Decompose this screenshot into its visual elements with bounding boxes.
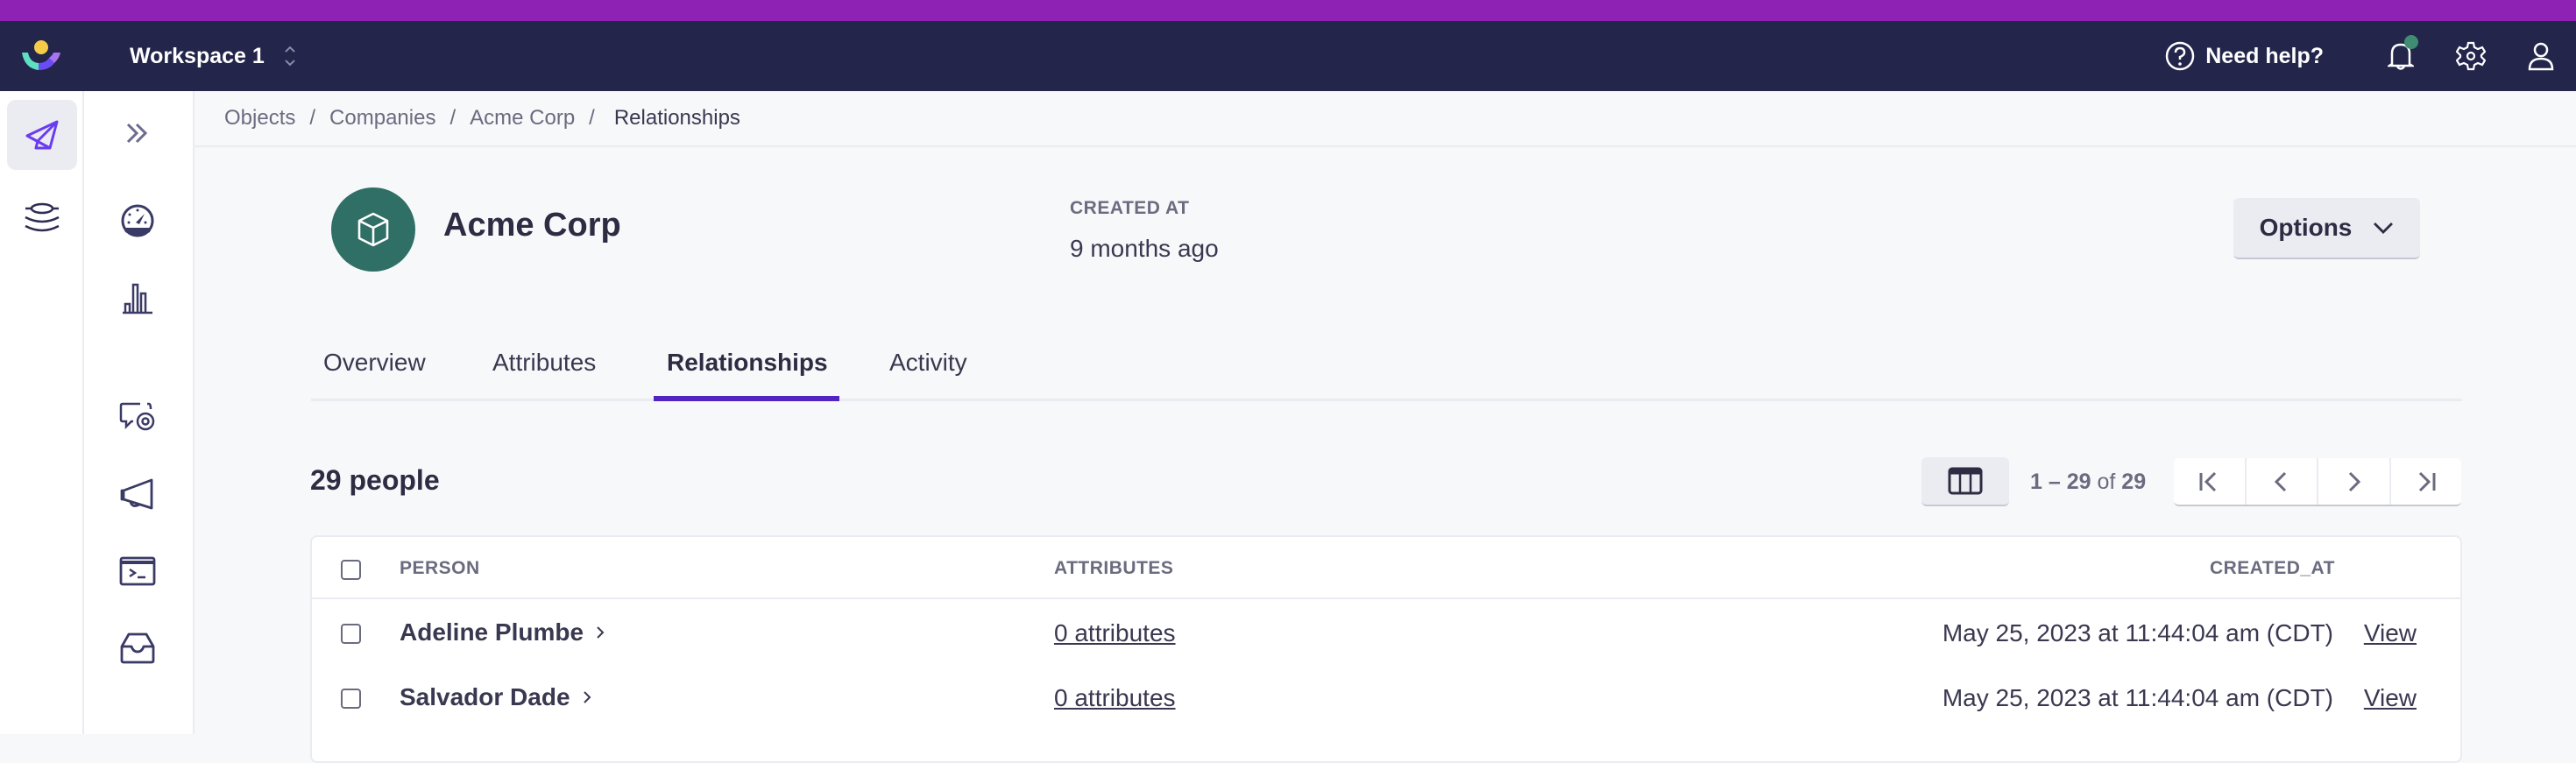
view-link[interactable]: View bbox=[2364, 619, 2417, 647]
help-button[interactable]: Need help? bbox=[2165, 41, 2324, 71]
attributes-link[interactable]: 0 attributes bbox=[1054, 684, 1176, 712]
created-at-value: 9 months ago bbox=[1070, 235, 1219, 262]
nav-dashboard[interactable] bbox=[107, 194, 168, 247]
expand-sidebar-button[interactable] bbox=[107, 107, 168, 159]
chat-eye-icon bbox=[119, 402, 155, 431]
app-header: Workspace 1 Need help? bbox=[0, 21, 2576, 91]
last-page-button[interactable] bbox=[2391, 458, 2462, 505]
company-avatar bbox=[331, 187, 415, 272]
breadcrumb-companies[interactable]: Companies bbox=[329, 106, 435, 131]
megaphone-icon bbox=[120, 478, 153, 510]
range-end: 29 bbox=[2066, 470, 2091, 494]
expand-icon bbox=[126, 123, 148, 144]
top-strip bbox=[0, 0, 2576, 21]
tab-activity[interactable]: Activity bbox=[889, 349, 967, 377]
first-page-button[interactable] bbox=[2174, 458, 2247, 505]
record-tabs: Overview Attributes Relationships Activi… bbox=[311, 333, 2462, 401]
row-checkbox[interactable] bbox=[341, 624, 361, 644]
nav-chat-monitor[interactable] bbox=[107, 391, 168, 443]
column-header-person[interactable]: PERSON bbox=[400, 558, 480, 579]
chart-icon bbox=[123, 283, 152, 314]
breadcrumb-objects[interactable]: Objects bbox=[224, 106, 295, 131]
options-button[interactable]: Options bbox=[2233, 198, 2420, 259]
attributes-link[interactable]: 0 attributes bbox=[1054, 619, 1176, 647]
range-of: of bbox=[2097, 470, 2116, 494]
help-label: Need help? bbox=[2205, 43, 2324, 68]
page-title: Acme Corp bbox=[443, 207, 621, 244]
person-name: Salvador Dade bbox=[400, 683, 570, 710]
workspace-name: Workspace 1 bbox=[130, 43, 265, 68]
person-link[interactable]: Adeline Plumbe bbox=[400, 618, 605, 646]
breadcrumb: Objects / Companies / Acme Corp / Relati… bbox=[195, 91, 2576, 147]
profile-button[interactable] bbox=[2506, 21, 2576, 91]
chevron-right-icon bbox=[597, 626, 605, 639]
help-icon bbox=[2166, 41, 2195, 71]
range-total: 29 bbox=[2121, 470, 2147, 494]
breadcrumb-separator: / bbox=[589, 106, 595, 130]
people-table: PERSON ATTRIBUTES CREATED_AT Adeline Plu… bbox=[310, 535, 2462, 763]
columns-button[interactable] bbox=[1921, 457, 2009, 506]
layers-icon bbox=[25, 202, 60, 232]
chevron-left-icon bbox=[2274, 471, 2286, 491]
settings-button[interactable] bbox=[2436, 21, 2506, 91]
workspace-switcher[interactable]: Workspace 1 bbox=[130, 21, 296, 91]
created-at-cell: May 25, 2023 at 11:44:04 am (CDT) bbox=[1942, 619, 2333, 646]
range-start: 1 bbox=[2030, 470, 2042, 494]
person-link[interactable]: Salvador Dade bbox=[400, 683, 591, 711]
table-row: Adeline Plumbe 0 attributes May 25, 2023… bbox=[312, 601, 2460, 666]
pagination-controls bbox=[2174, 458, 2461, 506]
created-at-label: CREATED AT bbox=[1070, 198, 1190, 218]
notification-dot bbox=[2404, 35, 2418, 49]
prev-page-button[interactable] bbox=[2247, 458, 2318, 505]
nav-console[interactable] bbox=[107, 545, 168, 597]
columns-icon bbox=[1948, 467, 1983, 495]
secondary-rail bbox=[84, 91, 195, 734]
breadcrumb-separator: / bbox=[449, 106, 456, 130]
inbox-icon bbox=[120, 632, 155, 664]
tab-relationships[interactable]: Relationships bbox=[667, 349, 828, 377]
nav-inbox[interactable] bbox=[107, 622, 168, 675]
select-all-checkbox[interactable] bbox=[341, 560, 361, 580]
tab-attributes[interactable]: Attributes bbox=[492, 349, 596, 377]
people-count: 29 people bbox=[310, 464, 440, 496]
first-page-icon bbox=[2199, 471, 2217, 491]
tab-overview[interactable]: Overview bbox=[323, 349, 426, 377]
person-name: Adeline Plumbe bbox=[400, 618, 584, 646]
nav-announcements[interactable] bbox=[107, 468, 168, 520]
created-at-cell: May 25, 2023 at 11:44:04 am (CDT) bbox=[1942, 684, 2333, 711]
table-row: Salvador Dade 0 attributes May 25, 2023 … bbox=[312, 666, 2460, 731]
user-icon bbox=[2528, 42, 2554, 71]
logo-icon[interactable] bbox=[19, 39, 63, 74]
rail-item-layers[interactable] bbox=[7, 182, 77, 252]
last-page-icon bbox=[2418, 471, 2436, 491]
breadcrumb-acme-corp[interactable]: Acme Corp bbox=[470, 106, 575, 131]
chevron-right-icon bbox=[583, 691, 591, 703]
column-header-created-at[interactable]: CREATED_AT bbox=[2210, 558, 2335, 579]
chevron-right-icon bbox=[2349, 471, 2361, 491]
cube-icon bbox=[357, 212, 389, 247]
column-header-attributes[interactable]: ATTRIBUTES bbox=[1054, 558, 1173, 579]
updown-icon bbox=[285, 46, 295, 67]
range-dash: – bbox=[2048, 470, 2061, 494]
pagination-range: 1 – 29 of 29 bbox=[2030, 470, 2146, 495]
view-link[interactable]: View bbox=[2364, 684, 2417, 712]
send-icon bbox=[25, 120, 59, 150]
notifications-button[interactable] bbox=[2366, 21, 2436, 91]
terminal-icon bbox=[119, 556, 156, 586]
breadcrumb-current: Relationships bbox=[613, 106, 740, 130]
options-label: Options bbox=[2259, 214, 2353, 241]
breadcrumb-separator: / bbox=[309, 106, 316, 130]
row-checkbox[interactable] bbox=[341, 689, 361, 709]
nav-analytics[interactable] bbox=[107, 272, 168, 324]
active-tab-indicator bbox=[654, 396, 839, 401]
rail-item-send[interactable] bbox=[7, 100, 77, 170]
next-page-button[interactable] bbox=[2318, 458, 2391, 505]
chevron-down-icon bbox=[2374, 223, 2394, 234]
gear-icon bbox=[2456, 41, 2486, 71]
primary-rail bbox=[0, 91, 84, 734]
table-header: PERSON ATTRIBUTES CREATED_AT bbox=[312, 537, 2460, 599]
dashboard-icon bbox=[121, 204, 154, 237]
